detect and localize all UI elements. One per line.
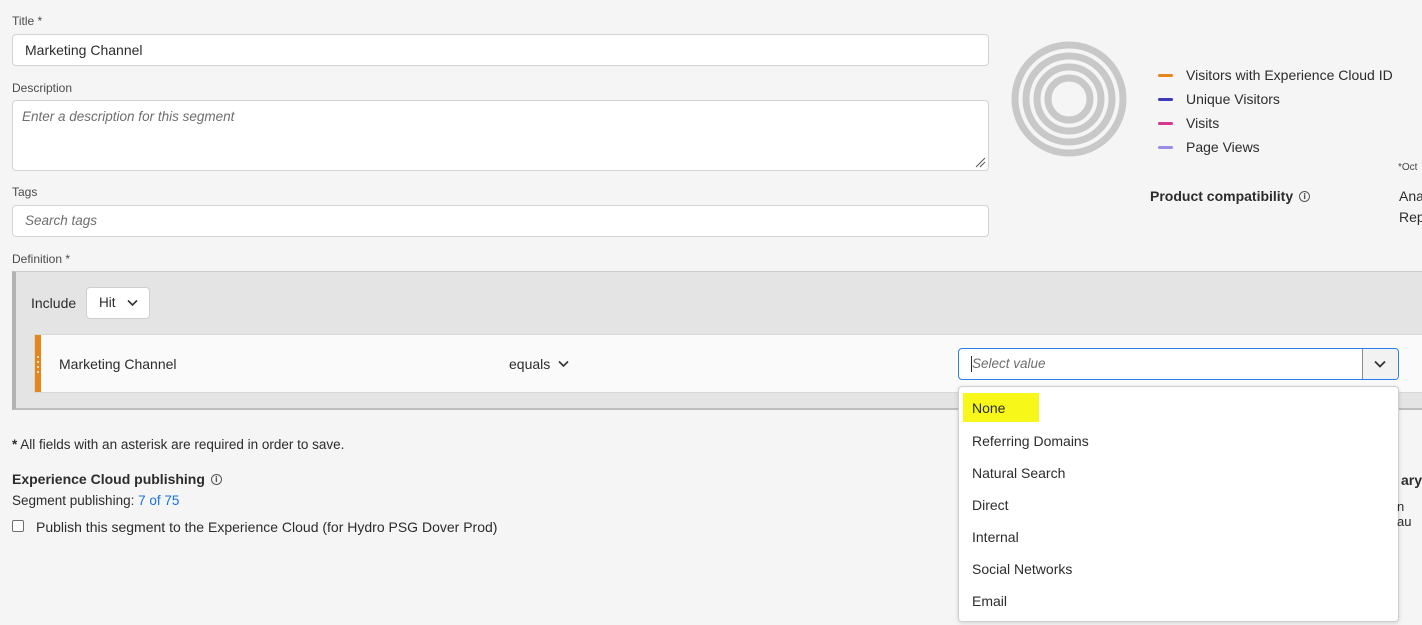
chevron-down-icon: [1374, 360, 1386, 368]
segment-publishing-label: Segment publishing:: [12, 493, 135, 508]
required-note: * All fields with an asterisk are requir…: [12, 437, 344, 452]
compat-line-2: Rep: [1399, 209, 1422, 225]
segment-summary-rings: [1011, 41, 1127, 157]
chevron-down-icon: [127, 299, 138, 307]
tags-search-input[interactable]: Search tags: [12, 205, 989, 237]
required-star: *: [12, 437, 18, 452]
description-label: Description: [12, 81, 73, 95]
title-input[interactable]: Marketing Channel: [12, 34, 989, 66]
operator-dropdown[interactable]: equals: [509, 356, 579, 374]
description-textarea[interactable]: Enter a description for this segment: [12, 100, 989, 171]
right-panel-text-partial: n au: [1397, 499, 1412, 529]
publishing-heading-text: Experience Cloud publishing: [12, 471, 205, 487]
segment-publishing-count[interactable]: 7 of 75: [138, 493, 179, 508]
include-label: Include: [31, 295, 77, 311]
info-icon[interactable]: i: [210, 474, 222, 485]
definition-label: Definition *: [12, 252, 71, 266]
resize-handle-icon[interactable]: [974, 156, 986, 168]
option-none[interactable]: None: [963, 393, 1039, 422]
option-social-networks[interactable]: Social Networks: [972, 561, 1072, 577]
info-icon[interactable]: i: [1299, 191, 1311, 202]
legend-label: Unique Visitors: [1186, 91, 1280, 107]
value-placeholder: Select value: [972, 356, 1046, 371]
legend-label: Visitors with Experience Cloud ID: [1186, 67, 1393, 83]
legend-label: Visits: [1186, 115, 1220, 131]
operator-value: equals: [509, 356, 551, 372]
rule-dimension-label[interactable]: Marketing Channel: [59, 356, 177, 372]
option-label: None: [972, 400, 1006, 416]
compat-line-1: Ana: [1399, 188, 1422, 204]
required-note-text: All fields with an asterisk are required…: [20, 437, 345, 452]
value-options-list: None Referring Domains Natural Search Di…: [958, 386, 1399, 622]
value-combobox[interactable]: Select value: [958, 348, 1399, 380]
tags-label: Tags: [12, 185, 38, 199]
product-compatibility-heading: Product compatibility i: [1150, 188, 1311, 204]
option-natural-search[interactable]: Natural Search: [972, 465, 1065, 481]
option-internal[interactable]: Internal: [972, 529, 1019, 545]
value-dropdown-button[interactable]: [1362, 349, 1398, 379]
chevron-down-icon: [558, 360, 569, 368]
product-compatibility-label: Product compatibility: [1150, 188, 1294, 204]
date-note: *Oct: [1398, 162, 1418, 173]
right-panel-heading-partial: ary: [1401, 472, 1422, 488]
option-direct[interactable]: Direct: [972, 497, 1009, 513]
option-email[interactable]: Email: [972, 593, 1007, 609]
legend-label: Page Views: [1186, 139, 1260, 155]
segment-publishing: Segment publishing: 7 of 75: [12, 493, 179, 508]
publish-checkbox[interactable]: [12, 520, 24, 532]
drag-handle[interactable]: [35, 335, 41, 392]
title-label: Title *: [12, 14, 43, 28]
legend-swatch: [1158, 98, 1173, 101]
container-type-dropdown[interactable]: Hit: [86, 287, 150, 319]
publish-checkbox-label[interactable]: Publish this segment to the Experience C…: [36, 519, 497, 535]
legend-swatch: [1158, 74, 1173, 77]
description-placeholder: Enter a description for this segment: [22, 109, 235, 124]
legend-swatch: [1158, 146, 1173, 149]
container-type-value: Hit: [99, 295, 116, 310]
option-referring-domains[interactable]: Referring Domains: [972, 433, 1089, 449]
tags-placeholder: Search tags: [25, 213, 98, 228]
legend-swatch: [1158, 122, 1173, 125]
publishing-heading: Experience Cloud publishing i: [12, 471, 222, 487]
title-input-value: Marketing Channel: [25, 42, 143, 58]
